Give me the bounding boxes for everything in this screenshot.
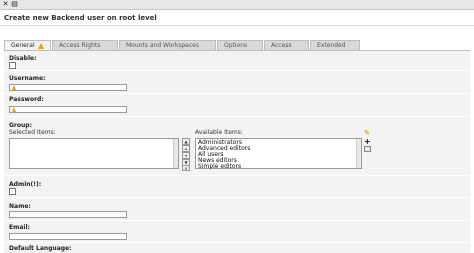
add-icon[interactable]: + xyxy=(364,138,372,146)
row-separator xyxy=(4,70,470,71)
disable-checkbox[interactable] xyxy=(9,62,16,69)
list-item[interactable]: Simple editors xyxy=(198,164,241,170)
default-language-label: Default Language: xyxy=(9,245,72,252)
available-items-list[interactable]: Administrators Advanced editors All user… xyxy=(195,138,362,170)
move-up-button[interactable]: ▴ xyxy=(182,145,190,152)
tab-label: Access Rights xyxy=(59,42,101,49)
row-separator xyxy=(4,197,470,198)
tab-extended[interactable]: Extended xyxy=(310,40,360,50)
tab-label: General xyxy=(11,42,35,49)
username-input[interactable] xyxy=(9,84,127,91)
name-label: Name: xyxy=(9,203,31,210)
tab-mounts-and-workspaces[interactable]: Mounts and Workspaces xyxy=(119,40,216,50)
available-items-label: Available Items: xyxy=(195,129,243,136)
warning-icon xyxy=(12,85,16,90)
row-separator xyxy=(4,93,470,94)
selected-items-label: Selected Items: xyxy=(9,129,56,136)
scrollbar[interactable] xyxy=(356,139,361,168)
page-title: Create new Backend user on root level xyxy=(4,14,157,22)
name-input[interactable] xyxy=(9,211,127,218)
group-label: Group: xyxy=(9,122,32,129)
password-input[interactable] xyxy=(9,106,127,113)
tab-label: Extended xyxy=(317,42,346,49)
tab-label: Options xyxy=(224,42,248,49)
tab-label: Mounts and Workspaces xyxy=(126,42,199,49)
remove-item-button[interactable]: ✕ xyxy=(182,165,190,171)
tab-access[interactable]: Access xyxy=(264,40,309,50)
close-icon[interactable]: ✕ xyxy=(2,1,9,8)
scrollbar[interactable] xyxy=(173,139,178,168)
warning-icon xyxy=(37,42,44,49)
move-top-button[interactable]: ▲ xyxy=(182,138,190,145)
tab-access-rights[interactable]: Access Rights xyxy=(52,40,118,50)
selected-items-list[interactable] xyxy=(9,138,179,169)
username-label: Username: xyxy=(9,75,46,82)
disable-label: Disable: xyxy=(9,55,37,62)
tab-options[interactable]: Options xyxy=(217,40,263,50)
password-label: Password: xyxy=(9,96,44,103)
tab-label: Access xyxy=(271,42,292,49)
divider xyxy=(0,25,474,26)
list-icon[interactable]: ▤ xyxy=(11,1,18,8)
admin-label: Admin(!): xyxy=(9,181,42,188)
top-toolbar: ✕ ▤ xyxy=(0,0,474,10)
admin-checkbox[interactable] xyxy=(9,188,16,195)
warning-icon xyxy=(12,107,16,112)
row-separator xyxy=(4,116,470,117)
move-down-button[interactable]: ▾ xyxy=(182,152,190,159)
list-icon[interactable] xyxy=(364,146,371,152)
row-separator xyxy=(4,175,470,176)
edit-icon[interactable]: ✎ xyxy=(364,130,372,137)
email-label: Email: xyxy=(9,224,30,231)
row-separator xyxy=(4,220,470,221)
email-input[interactable] xyxy=(9,233,127,240)
row-separator xyxy=(4,242,470,243)
